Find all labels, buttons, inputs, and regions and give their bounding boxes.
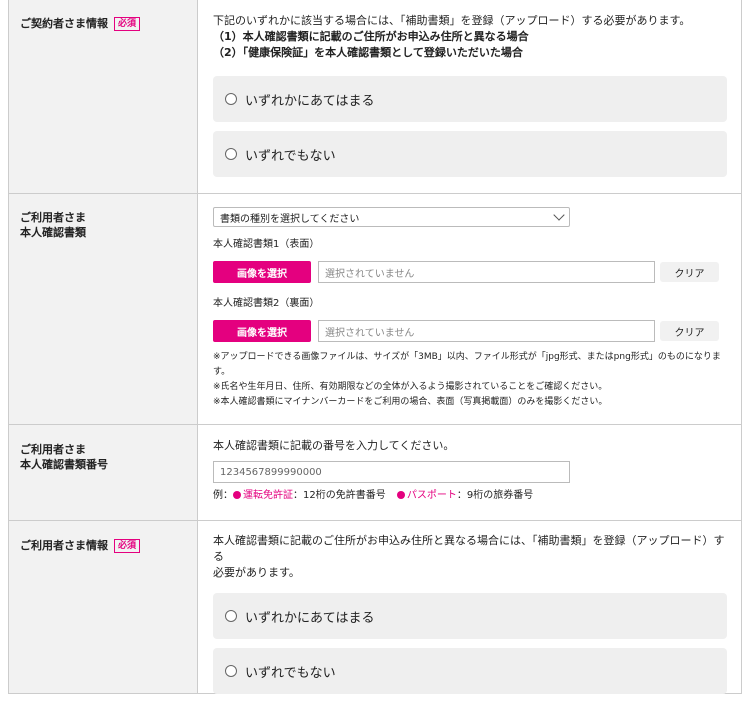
document-type-select[interactable]: 書類の種別を選択してください xyxy=(213,207,570,227)
license-desc: ：12桁の免許書番号 xyxy=(293,490,386,501)
contractor-info-row: ご契約者さま情報 必須 下記のいずれかに該当する場合には、「補助書類」を登録（アッ… xyxy=(9,0,741,193)
user-info-content: 本人確認書類に記載のご住所がお申込み住所と異なる場合には、「補助書類」を登録（ア… xyxy=(198,521,741,694)
contractor-option-applicable[interactable]: いずれかにあてはまる xyxy=(213,76,727,122)
doc2-label: 本人確認書類2（裏面） xyxy=(213,298,320,309)
doc1-file-field[interactable]: 選択されていません xyxy=(318,261,655,283)
user-label-text: ご利用者さま情報 xyxy=(20,539,108,552)
radio-label: いずれでもない xyxy=(245,148,336,164)
doc2-clear-button[interactable]: クリア xyxy=(660,321,719,341)
radio-label: いずれかにあてはまる xyxy=(245,610,375,626)
user-info-row: ご利用者さま情報 必須 本人確認書類に記載のご住所がお申込み住所と異なる場合には、… xyxy=(9,520,741,694)
id-number-content: 本人確認書類に記載の番号を入力してください。 1234567899990000 … xyxy=(198,425,741,520)
id-number-label-line1: ご利用者さま xyxy=(20,443,86,456)
id-docs-label-line1: ご利用者さま xyxy=(20,211,86,224)
passport-link[interactable]: パスポート xyxy=(407,490,457,501)
id-documents-row: ご利用者さま 本人確認書類 書類の種別を選択してください 本人確認書類1（表面）… xyxy=(9,193,741,424)
doc2-file-row: 画像を選択 選択されていません クリア xyxy=(213,320,727,342)
user-option-not-applicable[interactable]: いずれでもない xyxy=(213,648,727,694)
contractor-condition-1: （1）本人確認書類に記載のご住所がお申込み住所と異なる場合 xyxy=(213,30,529,43)
contractor-description: 下記のいずれかに該当する場合には、「補助書類」を登録（アップロード）する必要があ… xyxy=(213,14,691,27)
radio-label: いずれでもない xyxy=(245,665,336,681)
user-info-label: ご利用者さま情報 必須 xyxy=(9,521,198,693)
doc1-choose-image-button[interactable]: 画像を選択 xyxy=(213,261,311,283)
contractor-info-content: 下記のいずれかに該当する場合には、「補助書類」を登録（アップロード）する必要があ… xyxy=(198,0,741,193)
example-prefix: 例： xyxy=(213,490,233,501)
id-docs-label-line2: 本人確認書類 xyxy=(20,226,86,239)
contractor-info-label: ご契約者さま情報 必須 xyxy=(9,0,198,193)
doc1-clear-button[interactable]: クリア xyxy=(660,262,719,282)
user-description-line2: 必要があります。 xyxy=(213,566,300,579)
application-form: ご契約者さま情報 必須 下記のいずれかに該当する場合には、「補助書類」を登録（アッ… xyxy=(8,0,742,694)
contractor-label-text: ご契約者さま情報 xyxy=(20,17,108,30)
bullet-dot-icon xyxy=(233,491,241,499)
contractor-condition-2: （2）「健康保険証」を本人確認書類として登録いただいた場合 xyxy=(213,46,523,59)
contractor-option-not-applicable[interactable]: いずれでもない xyxy=(213,131,727,177)
bullet-dot-icon xyxy=(396,491,405,499)
id-number-row: ご利用者さま 本人確認書類番号 本人確認書類に記載の番号を入力してください。 1… xyxy=(9,424,741,520)
required-badge: 必須 xyxy=(114,539,141,553)
id-number-label: ご利用者さま 本人確認書類番号 xyxy=(9,425,198,520)
id-documents-label: ご利用者さま 本人確認書類 xyxy=(9,194,198,424)
radio-icon[interactable] xyxy=(225,610,237,622)
id-number-example: 例： 運転免許証：12桁の免許書番号 パスポート：9桁の旅券番号 xyxy=(213,488,727,504)
passport-desc: ：9桁の旅券番号 xyxy=(456,490,534,501)
radio-icon[interactable] xyxy=(225,93,237,105)
radio-label: いずれかにあてはまる xyxy=(245,93,375,109)
doc1-file-row: 画像を選択 選択されていません クリア xyxy=(213,261,727,283)
upload-note-1: ※アップロードできる画像ファイルは、サイズが「3MB」以内、ファイル形式が「jp… xyxy=(213,352,721,377)
doc1-label: 本人確認書類1（表面） xyxy=(213,239,320,250)
upload-note-2: ※氏名や生年月日、住所、有効期限などの全体が入るよう撮影されていることをご確認く… xyxy=(213,382,608,392)
id-number-label-line2: 本人確認書類番号 xyxy=(20,458,108,471)
user-description-line1: 本人確認書類に記載のご住所がお申込み住所と異なる場合には、「補助書類」を登録（ア… xyxy=(213,534,725,563)
id-number-input[interactable]: 1234567899990000 xyxy=(213,461,570,483)
id-number-instruction: 本人確認書類に記載の番号を入力してください。 xyxy=(213,439,455,452)
id-documents-content: 書類の種別を選択してください 本人確認書類1（表面） 画像を選択 選択されていま… xyxy=(198,194,741,424)
required-badge: 必須 xyxy=(114,17,141,31)
upload-note-3: ※本人確認書類にマイナンバーカードをご利用の場合、表面（写真掲載面）のみを撮影く… xyxy=(213,397,608,407)
doc2-choose-image-button[interactable]: 画像を選択 xyxy=(213,320,311,342)
radio-icon[interactable] xyxy=(225,148,237,160)
user-option-applicable[interactable]: いずれかにあてはまる xyxy=(213,593,727,639)
select-value: 書類の種別を選択してください xyxy=(220,213,360,225)
radio-icon[interactable] xyxy=(225,665,237,677)
chevron-down-icon xyxy=(553,209,565,221)
doc2-file-field[interactable]: 選択されていません xyxy=(318,320,655,342)
drivers-license-link[interactable]: 運転免許証 xyxy=(243,490,293,501)
